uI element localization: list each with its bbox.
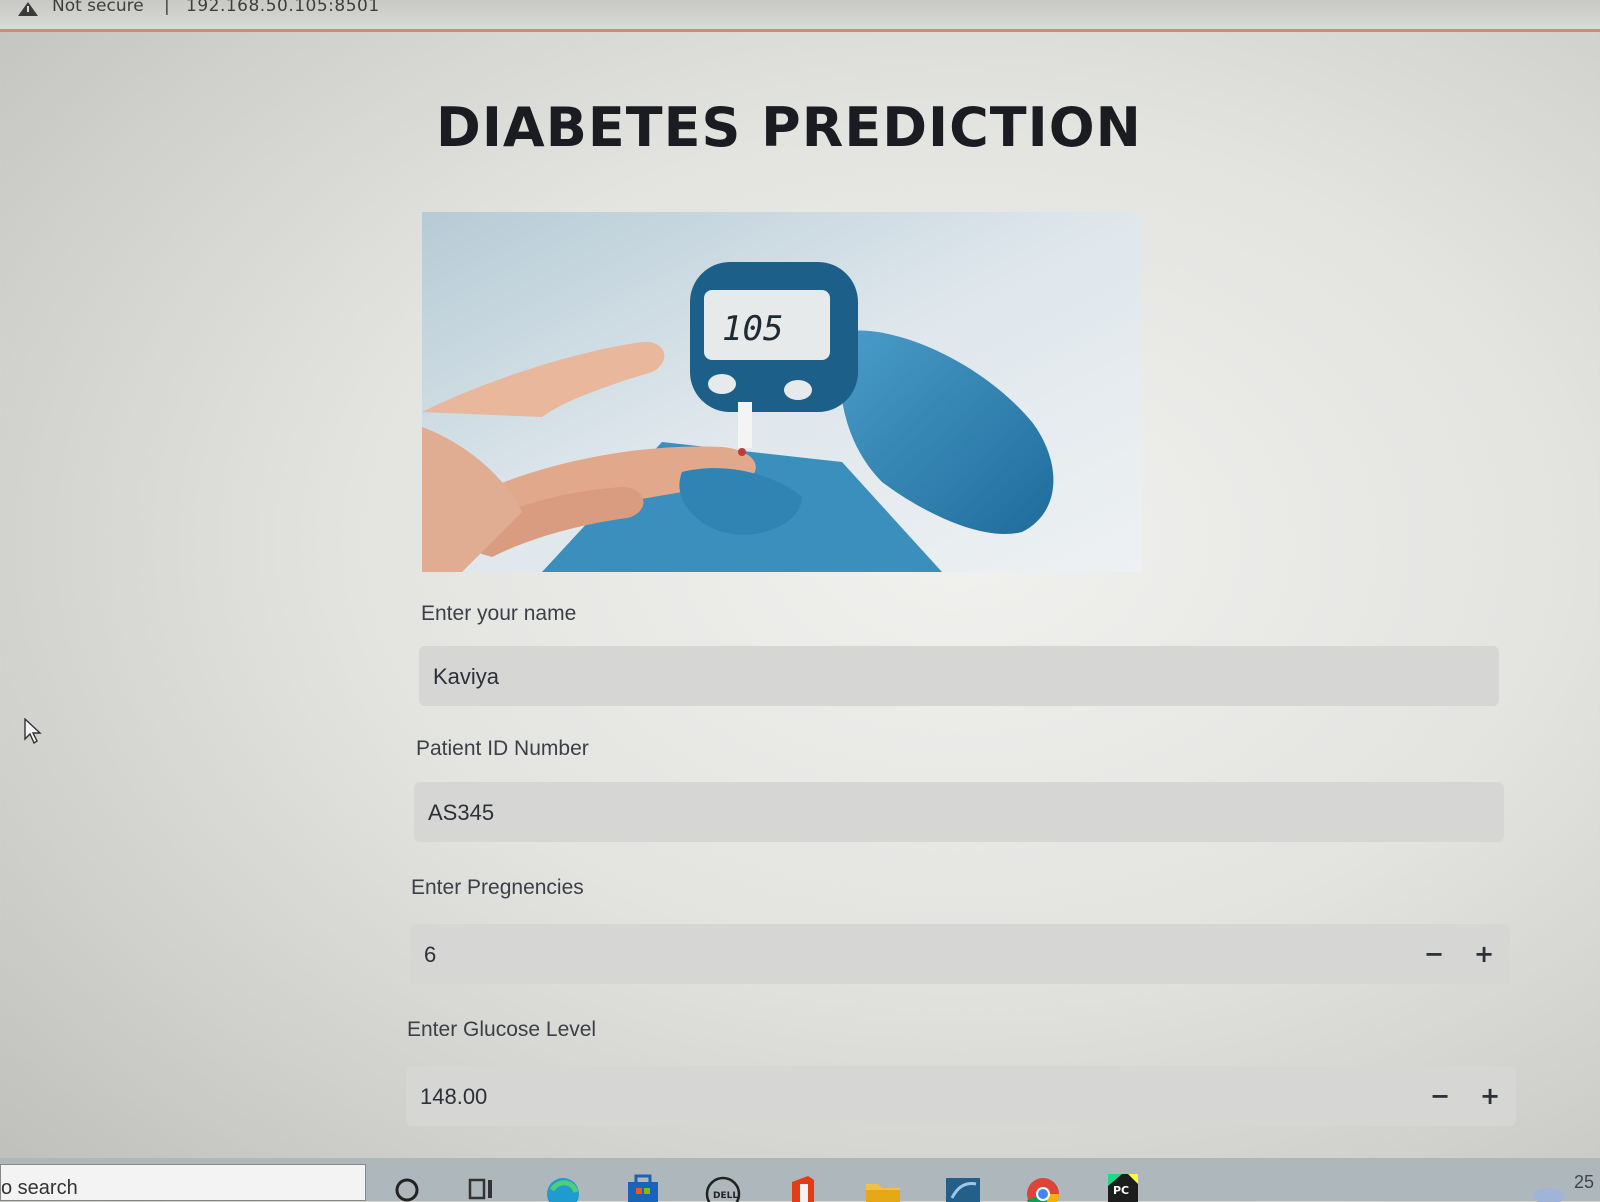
pregnancies-value[interactable]: 6 (424, 942, 436, 968)
pregnancies-decrement-button[interactable]: − (1416, 936, 1452, 972)
search-icon[interactable] (388, 1172, 426, 1202)
page-title: DIABETES PREDICTION (436, 96, 1142, 159)
name-label: Enter your name (421, 602, 577, 625)
glucose-meter-image: 105 (422, 212, 1142, 572)
file-explorer-icon[interactable] (864, 1172, 902, 1202)
mouse-pointer-icon (24, 718, 42, 744)
taskbar: o search DELL PC 25 (0, 1158, 1600, 1202)
office-icon[interactable] (784, 1172, 822, 1202)
weather-icon[interactable] (1530, 1172, 1568, 1202)
warning-icon (18, 2, 38, 16)
task-view-icon[interactable] (464, 1172, 502, 1202)
patient-id-value[interactable]: AS345 (428, 800, 494, 826)
patient-id-label: Patient ID Number (416, 737, 589, 760)
meter-reading: 105 (722, 309, 783, 349)
glucose-number-input[interactable]: 148.00 − + (406, 1066, 1516, 1126)
address-separator: | (164, 0, 170, 16)
pregnancies-number-input[interactable]: 6 − + (410, 924, 1510, 984)
taskbar-search-box[interactable]: o search (0, 1164, 366, 1201)
browser-address-bar[interactable]: Not secure | 192.168.50.105:8501 (0, 0, 1600, 32)
glucose-value[interactable]: 148.00 (420, 1084, 487, 1110)
glucose-decrement-button[interactable]: − (1422, 1078, 1458, 1114)
name-value[interactable]: Kaviya (433, 664, 499, 690)
patient-id-input[interactable]: AS345 (414, 782, 1504, 842)
svg-text:DELL: DELL (713, 1191, 738, 1201)
security-indicator[interactable]: Not secure (52, 0, 144, 16)
chrome-icon[interactable] (1024, 1172, 1062, 1202)
url-text[interactable]: 192.168.50.105:8501 (186, 0, 380, 16)
mysql-workbench-icon[interactable] (944, 1172, 982, 1202)
glucose-label: Enter Glucose Level (407, 1018, 597, 1041)
edge-icon[interactable] (544, 1172, 582, 1202)
pregnancies-label: Enter Pregnencies (411, 876, 584, 899)
store-icon[interactable] (624, 1172, 662, 1202)
pycharm-icon[interactable]: PC (1104, 1172, 1142, 1202)
dell-icon[interactable]: DELL (704, 1172, 742, 1202)
glucose-increment-button[interactable]: + (1472, 1078, 1508, 1114)
svg-text:PC: PC (1113, 1184, 1129, 1197)
pregnancies-increment-button[interactable]: + (1466, 936, 1502, 972)
name-input[interactable]: Kaviya (419, 646, 1499, 706)
clock-text[interactable]: 25 (1574, 1172, 1594, 1193)
taskbar-search-placeholder: o search (1, 1177, 78, 1199)
